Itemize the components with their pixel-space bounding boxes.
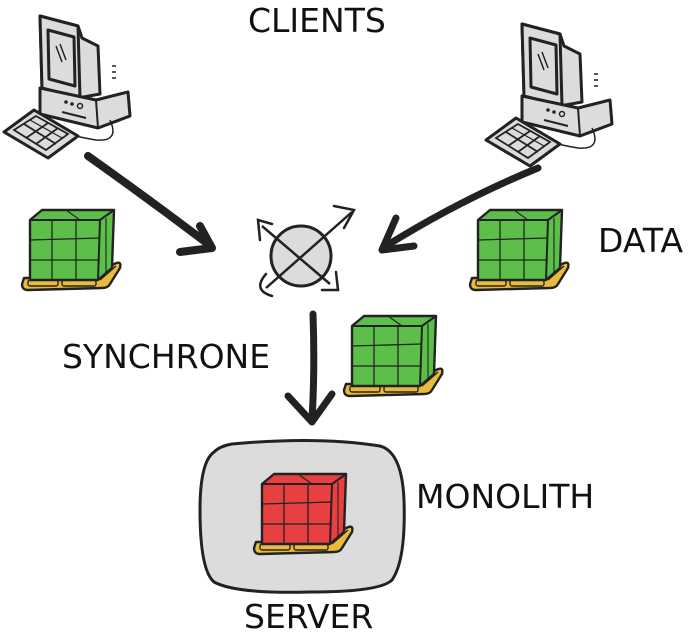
sync-hub-icon — [256, 204, 356, 298]
label-synchrone: SYNCHRONE — [62, 337, 271, 376]
label-clients: CLIENTS — [248, 1, 386, 40]
data-package-middle-icon — [342, 314, 444, 398]
data-package-left-icon — [20, 208, 122, 292]
client-computer-left-icon — [2, 14, 132, 160]
monolith-package-icon — [252, 472, 354, 556]
label-data: DATA — [598, 221, 684, 260]
label-monolith: MONOLITH — [416, 477, 595, 516]
client-computer-right-icon — [484, 22, 614, 168]
diagram-canvas — [2, 14, 614, 594]
label-server: SERVER — [244, 597, 374, 636]
data-package-right-icon — [468, 208, 570, 292]
arrow-hub-to-server — [284, 310, 336, 426]
